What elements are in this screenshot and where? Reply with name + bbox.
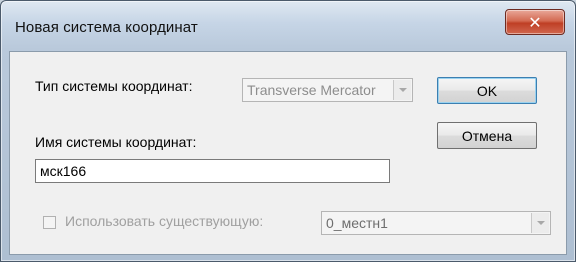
dialog-client-area: Тип системы координат: Transverse Mercat… xyxy=(9,51,567,255)
ok-button-label: OK xyxy=(476,82,498,99)
cancel-button-label: Отмена xyxy=(461,127,513,144)
chevron-down-icon[interactable] xyxy=(531,213,549,233)
existing-system-value: 0_местн1 xyxy=(326,215,388,231)
existing-system-select[interactable]: 0_местн1 xyxy=(321,211,551,235)
coordinate-type-label: Тип системы координат: xyxy=(35,78,193,94)
coordinate-type-value: Transverse Mercator xyxy=(247,82,376,98)
window-title: Новая система координат xyxy=(15,19,198,36)
close-button[interactable]: ✕ xyxy=(505,9,565,35)
ok-button[interactable]: OK xyxy=(437,77,537,104)
close-icon: ✕ xyxy=(528,12,542,32)
coordinate-name-input[interactable]: мск166 xyxy=(35,159,390,183)
title-bar[interactable]: Новая система координат ✕ xyxy=(1,1,575,51)
use-existing-label: Использовать существующую: xyxy=(65,213,264,229)
coordinate-name-label: Имя системы координат: xyxy=(35,134,197,150)
chevron-down-icon[interactable] xyxy=(393,80,411,100)
coordinate-name-value: мск166 xyxy=(40,163,87,179)
dialog-window: Новая система координат ✕ Тип системы ко… xyxy=(0,0,576,262)
use-existing-checkbox[interactable] xyxy=(43,216,56,229)
cancel-button[interactable]: Отмена xyxy=(437,122,537,149)
coordinate-type-select[interactable]: Transverse Mercator xyxy=(242,78,413,102)
